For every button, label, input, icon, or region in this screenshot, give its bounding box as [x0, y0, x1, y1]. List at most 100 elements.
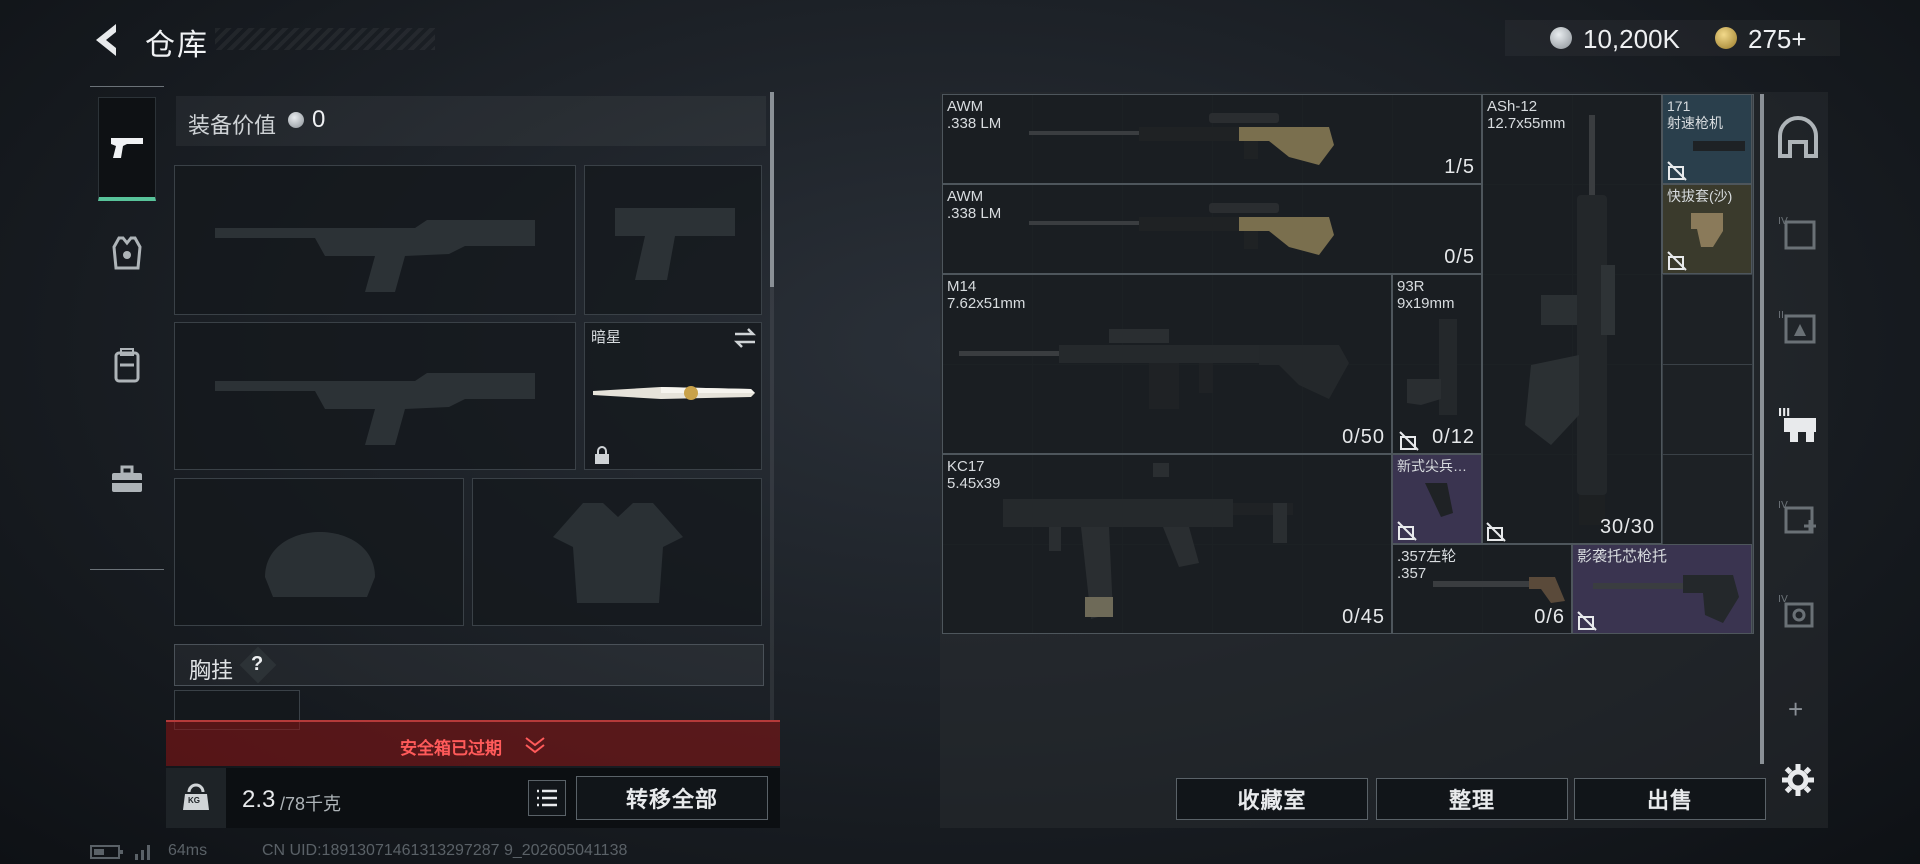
equipment-tabs	[90, 86, 164, 570]
tab-toolbox[interactable]	[98, 427, 156, 531]
gold-amount[interactable]: 275+	[1748, 24, 1807, 55]
item-name: 快拔套(沙)	[1667, 188, 1733, 204]
signal-icon	[135, 845, 150, 860]
helmet-slot[interactable]	[174, 478, 464, 626]
stash-item-kc17[interactable]: KC17 5.45x39 0/45	[942, 454, 1392, 634]
item-name: AWM .338 LM	[947, 98, 1002, 132]
stash-item-357-revolver[interactable]: .357左轮 .357 0/6	[1392, 544, 1572, 634]
stash-page-4-icon-active[interactable]: III	[1776, 402, 1820, 446]
svg-text:III: III	[1778, 406, 1790, 419]
smg-icon	[1003, 463, 1293, 619]
no-drop-icon	[1486, 522, 1506, 542]
stash-item-new-vanguard[interactable]: 新式尖兵…	[1392, 454, 1482, 544]
item-count: 0/12	[1432, 426, 1475, 448]
stash-item-awm-1[interactable]: AWM .338 LM 1/5	[942, 94, 1482, 184]
stash-category-sidebar: IV II III IV IV +	[1768, 94, 1824, 774]
item-name: AWM .338 LM	[947, 188, 1002, 222]
stash-item-quick-holster[interactable]: 快拔套(沙)	[1662, 184, 1752, 274]
silver-coin-icon	[1550, 27, 1572, 49]
tab-armor[interactable]	[98, 201, 156, 305]
chest-rig-label: 胸挂	[189, 658, 234, 683]
weight-current: 2.3	[242, 786, 276, 813]
magazine-part-icon	[1425, 483, 1453, 517]
add-stash-page-button[interactable]: +	[1788, 694, 1803, 725]
equipment-value-label: 装备价值	[188, 113, 277, 138]
item-count: 1/5	[1444, 156, 1475, 178]
item-count: 30/30	[1599, 516, 1655, 538]
tab-weapons[interactable]	[98, 97, 156, 201]
page-title: 仓库	[145, 29, 209, 62]
sniper-rifle-icon	[1029, 203, 1334, 255]
bolt-part-icon	[1693, 141, 1745, 151]
stash-item-fire-rate-bolt[interactable]: 171 射速枪机	[1662, 94, 1752, 184]
helmet-silhouette-icon	[265, 532, 375, 597]
gold-coin-icon	[1715, 27, 1737, 49]
swap-arrows-icon[interactable]	[733, 327, 757, 349]
armor-vest-icon	[112, 236, 142, 270]
item-count: 0/50	[1342, 426, 1385, 448]
item-name: KC17 5.45x39	[947, 458, 1001, 492]
weight-unit-label: KG	[188, 796, 200, 805]
sort-button[interactable]: 整理	[1376, 778, 1568, 820]
item-name: M14 7.62x51mm	[947, 278, 1026, 312]
equipment-value-bar: 装备价值 0	[176, 96, 766, 146]
stash-page-1-icon[interactable]	[1776, 116, 1820, 160]
ping-text: 64ms	[168, 842, 208, 859]
svg-text:II: II	[1778, 310, 1784, 321]
stash-page-6-icon[interactable]: IV	[1776, 590, 1820, 634]
item-name: 93R 9x19mm	[1397, 278, 1455, 312]
item-count: 0/6	[1534, 606, 1565, 628]
weight-icon-box: KG	[166, 768, 226, 828]
collection-room-button[interactable]: 收藏室	[1176, 778, 1368, 820]
rifle-silhouette-icon	[215, 373, 535, 445]
body-armor-slot[interactable]	[472, 478, 762, 626]
no-drop-icon	[1667, 251, 1687, 271]
stash-item-shadow-stock[interactable]: 影袭托芯枪托	[1572, 544, 1752, 634]
pistol-slot[interactable]	[584, 165, 762, 315]
item-name: 171 射速枪机	[1667, 98, 1723, 131]
karambit-knife-icon	[593, 386, 755, 400]
no-drop-icon	[1667, 161, 1687, 181]
chest-rig-header: 胸挂 ?	[174, 644, 764, 686]
stash-page-2-icon[interactable]: IV	[1776, 212, 1820, 256]
stash-item-ash12[interactable]: ASh-12 12.7x55mm 30/30	[1482, 94, 1662, 544]
rifle-silhouette-icon	[215, 220, 535, 292]
stash-item-awm-2[interactable]: AWM .338 LM 0/5	[942, 184, 1482, 274]
no-drop-icon	[1397, 521, 1417, 541]
sell-button[interactable]: 出售	[1574, 778, 1766, 820]
primary-weapon-slot-2[interactable]	[174, 322, 576, 470]
svg-text:IV: IV	[1778, 500, 1788, 511]
revolver-icon	[1433, 577, 1565, 603]
weight-bar: KG 2.3 /78千克 转移全部	[166, 768, 780, 828]
stash-page-3-icon[interactable]: II	[1776, 306, 1820, 350]
safe-box-status: 安全箱已过期	[400, 739, 502, 758]
silver-coin-icon	[288, 112, 304, 128]
back-arrow-icon[interactable]	[88, 20, 124, 60]
currency-bar: 10,200K 275+	[1505, 20, 1840, 56]
pistol-icon	[111, 137, 143, 158]
rifle-stock-icon	[1593, 575, 1739, 623]
stash-scrollbar[interactable]	[1760, 94, 1764, 764]
item-count: 0/5	[1444, 246, 1475, 268]
stash-page-5-icon[interactable]: IV	[1776, 496, 1820, 540]
backpack-icon	[114, 348, 140, 383]
melee-name: 暗星	[591, 329, 622, 346]
list-view-button[interactable]	[528, 780, 566, 816]
toolbox-icon	[112, 465, 142, 492]
melee-slot[interactable]: 暗星	[584, 322, 762, 470]
svg-text:IV: IV	[1778, 594, 1788, 605]
chevron-down-icon	[525, 737, 545, 754]
transfer-all-button[interactable]: 转移全部	[576, 776, 768, 820]
list-icon	[537, 789, 557, 807]
battle-rifle-icon	[959, 329, 1349, 409]
safe-box-expired-banner[interactable]: 安全箱已过期	[166, 720, 780, 766]
tab-backpack[interactable]	[98, 313, 156, 417]
stash-item-93r[interactable]: 93R 9x19mm 0/12	[1392, 274, 1482, 454]
primary-weapon-slot-1[interactable]	[174, 165, 576, 315]
stash-item-m14[interactable]: M14 7.62x51mm 0/50	[942, 274, 1392, 454]
help-icon[interactable]: ?	[251, 653, 263, 676]
settings-gear-icon[interactable]	[1780, 762, 1816, 798]
pistol-icon	[1407, 319, 1457, 415]
scrollbar-thumb[interactable]	[770, 92, 774, 287]
armor-silhouette-icon	[553, 503, 683, 603]
